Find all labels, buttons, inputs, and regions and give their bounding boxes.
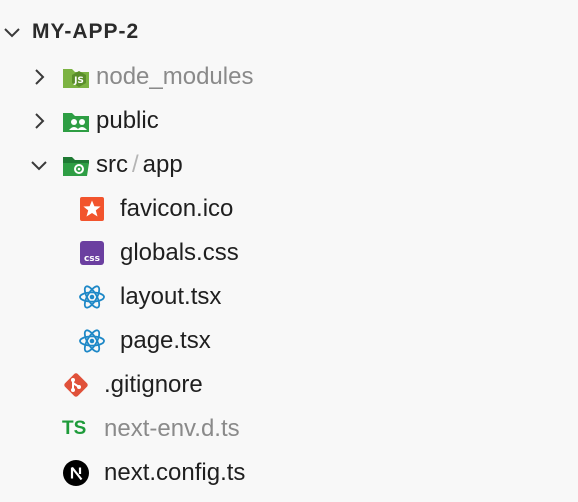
typescript-icon: TS: [62, 415, 94, 443]
react-icon: [78, 283, 106, 311]
css-file-icon: css: [78, 239, 106, 267]
typescript-icon-text: TS: [62, 418, 87, 439]
tree-item-label: favicon.ico: [120, 195, 234, 222]
tree-item-next-config[interactable]: next.config.ts: [0, 451, 578, 495]
svg-text:css: css: [84, 254, 100, 264]
tree-item-layout-tsx[interactable]: layout.tsx: [0, 275, 578, 319]
compact-folder-separator: /: [132, 151, 139, 178]
nextjs-icon: [62, 459, 90, 487]
tree-item-label: globals.css: [120, 239, 239, 266]
tree-item-favicon[interactable]: favicon.ico: [0, 187, 578, 231]
tree-item-next-env[interactable]: TS next-env.d.ts: [0, 407, 578, 451]
tree-item-src-app[interactable]: src / app: [0, 143, 578, 187]
tree-item-label: layout.tsx: [120, 283, 222, 310]
tree-item-public[interactable]: public: [0, 99, 578, 143]
tree-item-page-tsx[interactable]: page.tsx: [0, 319, 578, 363]
tree-item-gitignore[interactable]: .gitignore: [0, 363, 578, 407]
folder-name-app: app: [142, 151, 183, 178]
svg-text:JS: JS: [73, 76, 84, 86]
chevron-down-icon[interactable]: [2, 22, 22, 42]
tree-item-globals-css[interactable]: css globals.css: [0, 231, 578, 275]
tree-item-label: next-env.d.ts: [104, 415, 240, 442]
tree-item-label: .gitignore: [104, 371, 203, 398]
react-icon: [78, 327, 106, 355]
tree-item-label: public: [96, 107, 159, 134]
folder-public-icon: [62, 107, 90, 135]
favicon-star-icon: [78, 195, 106, 223]
explorer-root-label: MY-APP-2: [32, 20, 140, 43]
tree-item-label: page.tsx: [120, 327, 211, 354]
explorer-root[interactable]: MY-APP-2: [0, 10, 578, 54]
chevron-down-icon[interactable]: [29, 155, 49, 175]
file-explorer: MY-APP-2 JS node_modules public src / ap…: [0, 0, 578, 502]
chevron-right-icon[interactable]: [29, 111, 49, 131]
chevron-right-icon[interactable]: [29, 67, 49, 87]
tree-item-label: next.config.ts: [104, 459, 246, 486]
tree-item-node-modules[interactable]: JS node_modules: [0, 55, 578, 99]
tree-item-label: src / app: [96, 151, 183, 179]
folder-src-open-icon: [62, 151, 90, 179]
tree-item-label: node_modules: [96, 63, 254, 90]
folder-name-src: src: [96, 151, 128, 178]
git-icon: [62, 371, 90, 399]
folder-node-icon: JS: [62, 63, 90, 91]
